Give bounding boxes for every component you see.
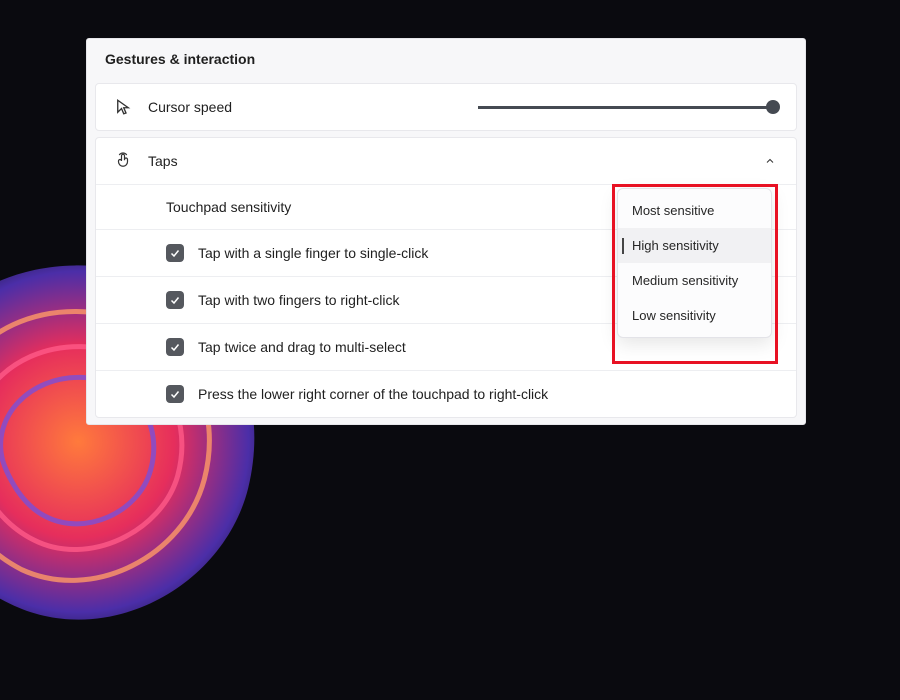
checkbox-checked-icon[interactable] [166,291,184,309]
touch-icon [114,152,132,170]
sensitivity-dropdown: Most sensitive High sensitivity Medium s… [617,188,772,338]
option-label: Tap twice and drag to multi-select [198,339,406,355]
taps-header[interactable]: Taps [96,138,796,184]
cursor-icon [114,98,132,116]
cursor-speed-slider[interactable] [478,106,778,109]
checkbox-checked-icon[interactable] [166,385,184,403]
section-title: Gestures & interaction [87,39,805,83]
option-label: Tap with two fingers to right-click [198,292,400,308]
sensitivity-option-low[interactable]: Low sensitivity [618,298,771,333]
sensitivity-option-medium[interactable]: Medium sensitivity [618,263,771,298]
option-label: Tap with a single finger to single-click [198,245,428,261]
checkbox-checked-icon[interactable] [166,338,184,356]
checkbox-checked-icon[interactable] [166,244,184,262]
option-corner-right-click[interactable]: Press the lower right corner of the touc… [96,370,796,417]
sensitivity-option-most[interactable]: Most sensitive [618,193,771,228]
chevron-up-icon[interactable] [762,153,778,169]
touchpad-sensitivity-label: Touchpad sensitivity [166,199,291,215]
taps-label: Taps [148,153,746,169]
cursor-speed-label: Cursor speed [148,99,462,115]
sensitivity-option-high[interactable]: High sensitivity [618,228,771,263]
cursor-speed-card: Cursor speed [95,83,797,131]
option-label: Press the lower right corner of the touc… [198,386,548,402]
